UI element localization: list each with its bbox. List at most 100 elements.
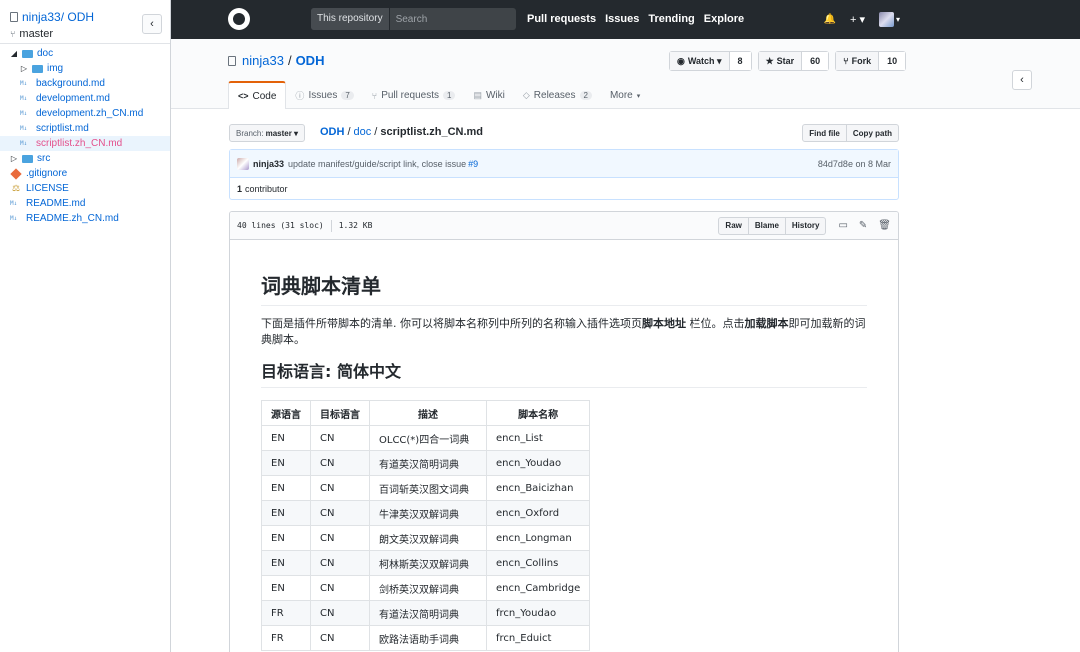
repo-header: ninja33 / ODH ◉ Watch ▾ 8 ★ Star 60 ⑂ Fork … bbox=[171, 39, 1080, 109]
table-cell: encn_Cambridge bbox=[485, 575, 591, 601]
tab-more[interactable]: More ▾ bbox=[601, 82, 649, 109]
commit-author[interactable]: ninja33 bbox=[253, 159, 284, 169]
branch-label: Branch: bbox=[236, 128, 264, 138]
latest-commit: ninja33 update manifest/guide/script lin… bbox=[229, 149, 899, 200]
raw-button[interactable]: Raw bbox=[718, 216, 749, 235]
commit-message[interactable]: update manifest/guide/script link, close… bbox=[288, 159, 466, 169]
tab-issues[interactable]: ⓘ Issues 7 bbox=[286, 82, 362, 109]
breadcrumb-file: scriptlist.zh_CN.md bbox=[380, 126, 484, 138]
repo-name-link[interactable]: ODH bbox=[296, 53, 325, 68]
table-cell: EN bbox=[261, 425, 311, 451]
tree-item[interactable]: ▷ src bbox=[0, 151, 170, 166]
commit-date: on 8 Mar bbox=[855, 158, 891, 169]
contributor-count: 1 bbox=[237, 184, 243, 194]
tree-item[interactable]: M↓ README.md bbox=[0, 196, 170, 211]
file-tree-sidebar: ninja33/ ODH ⑂ master ‹ ◢ doc ▷ img M↓ backgr… bbox=[0, 0, 171, 652]
sidebar-collapse-button[interactable]: ‹ bbox=[142, 14, 162, 34]
github-logo-icon[interactable] bbox=[228, 8, 250, 30]
find-file-button[interactable]: Find file bbox=[802, 124, 847, 142]
tree-item-label: .gitignore bbox=[26, 168, 68, 179]
table-cell: FR bbox=[261, 600, 311, 626]
notifications-bell-icon[interactable]: 🔔 bbox=[824, 14, 836, 25]
table-row: EN CN 朗文英汉双解词典 encn_Longman bbox=[261, 525, 591, 551]
fork-label: Fork bbox=[851, 56, 872, 66]
file-navigation: Branch: master ▾ ODH / doc / scriptlist.… bbox=[229, 124, 899, 144]
tree-item[interactable]: M↓ scriptlist.zh_CN.md bbox=[0, 136, 170, 151]
sidebar-toggle-button[interactable]: ‹ bbox=[1012, 70, 1032, 90]
nav-trending[interactable]: Trending bbox=[648, 13, 694, 25]
user-menu[interactable]: ▾ bbox=[878, 12, 900, 27]
section-heading: 目标语言: 简体中文 bbox=[261, 358, 867, 388]
table-cell: CN bbox=[310, 425, 370, 451]
fork-button[interactable]: ⑂ Fork bbox=[836, 52, 880, 70]
copy-path-button[interactable]: Copy path bbox=[846, 124, 899, 142]
watch-button[interactable]: ◉ Watch ▾ bbox=[670, 52, 730, 70]
table-cell: encn_List bbox=[485, 425, 591, 451]
create-new-plus-icon[interactable]: + ▾ bbox=[850, 13, 865, 26]
markdown-body: 词典脚本清单 下面是插件所带脚本的清单. 你可以将脚本名称列中所列的名称输入插件… bbox=[230, 240, 898, 651]
table-row: EN CN 牛津英汉双解词典 encn_Oxford bbox=[261, 500, 591, 526]
tab-label: More bbox=[609, 90, 633, 101]
tag-icon: ◇ bbox=[522, 90, 530, 100]
header-icons: 🔔 + ▾ ▾ bbox=[824, 12, 900, 27]
contributors[interactable]: 1 contributor bbox=[230, 178, 898, 200]
search-input[interactable] bbox=[389, 8, 510, 30]
branch-select-button[interactable]: Branch: master ▾ bbox=[229, 124, 306, 142]
breadcrumb-repo[interactable]: ODH bbox=[320, 126, 344, 138]
tree-item[interactable]: .gitignore bbox=[0, 166, 170, 181]
tab-pull-requests[interactable]: ⑂ Pull requests 1 bbox=[363, 82, 465, 109]
tab-wiki[interactable]: ▤ Wiki bbox=[464, 82, 513, 109]
intro-bold: 脚本地址 bbox=[642, 317, 686, 330]
table-cell: EN bbox=[261, 475, 311, 501]
breadcrumb-dir[interactable]: doc bbox=[354, 126, 372, 138]
blame-button[interactable]: Blame bbox=[748, 216, 786, 235]
table-cell: frcn_Eduict bbox=[485, 625, 591, 651]
tree-item[interactable]: M↓ scriptlist.md bbox=[0, 121, 170, 136]
star-button[interactable]: ★ Star bbox=[758, 52, 803, 70]
chevron-down-icon: ▾ bbox=[636, 92, 641, 100]
repo-owner-link[interactable]: ninja33 bbox=[242, 53, 284, 68]
table-cell: frcn_Youdao bbox=[485, 600, 591, 626]
file-icon-actions: ▭ ✎ 🗑 bbox=[838, 220, 891, 231]
table-cell: 柯林斯英汉双解词典 bbox=[369, 550, 487, 576]
caret-right-icon[interactable]: ▷ bbox=[10, 154, 18, 163]
tree-item[interactable]: M↓ background.md bbox=[0, 76, 170, 91]
commit-issue-link[interactable]: #9 bbox=[468, 159, 478, 169]
nav-pull-requests[interactable]: Pull requests bbox=[527, 13, 596, 25]
fork-icon: ⑂ bbox=[843, 56, 849, 66]
commit-sha[interactable]: 84d7d8e bbox=[818, 159, 853, 169]
tree-item[interactable]: M↓ development.zh_CN.md bbox=[0, 106, 170, 121]
tab-label: Releases bbox=[533, 90, 576, 101]
breadcrumb: ODH / doc / scriptlist.zh_CN.md bbox=[320, 126, 483, 138]
table-cell: encn_Youdao bbox=[485, 450, 591, 476]
desktop-icon[interactable]: ▭ bbox=[838, 220, 847, 231]
table-cell: 有道英汉简明词典 bbox=[369, 450, 487, 476]
table-cell: CN bbox=[310, 475, 370, 501]
pencil-icon[interactable]: ✎ bbox=[859, 220, 867, 231]
history-button[interactable]: History bbox=[785, 216, 827, 235]
caret-right-icon[interactable]: ▷ bbox=[20, 64, 28, 73]
avatar[interactable] bbox=[237, 157, 249, 170]
file-tree: ◢ doc ▷ img M↓ background.md M↓ development.md M… bbox=[0, 44, 170, 226]
nav-issues[interactable]: Issues bbox=[605, 13, 639, 25]
tree-item[interactable]: M↓ development.md bbox=[0, 91, 170, 106]
caret-down-icon[interactable]: ◢ bbox=[10, 49, 18, 58]
tab-releases[interactable]: ◇ Releases 2 bbox=[514, 82, 601, 109]
watch-count[interactable]: 8 bbox=[729, 52, 751, 70]
file-size: 1.32 KB bbox=[338, 221, 373, 230]
nav-explore[interactable]: Explore bbox=[704, 13, 744, 25]
fork-count[interactable]: 10 bbox=[879, 52, 906, 70]
trash-icon[interactable]: 🗑 bbox=[878, 220, 891, 231]
watch-button-group: ◉ Watch ▾ 8 bbox=[669, 51, 752, 71]
tree-item[interactable]: ⚖ LICENSE bbox=[0, 181, 170, 196]
tree-item-label: img bbox=[47, 63, 64, 74]
tree-item[interactable]: ▷ img bbox=[0, 61, 170, 76]
tree-item-label: README.zh_CN.md bbox=[26, 213, 119, 224]
star-count[interactable]: 60 bbox=[802, 52, 829, 70]
eye-icon: ◉ bbox=[677, 55, 685, 66]
sidebar-repo-link[interactable]: ninja33/ ODH bbox=[22, 10, 94, 24]
table-cell: 百词斩英汉图文词典 bbox=[369, 475, 487, 501]
tree-item[interactable]: ◢ doc bbox=[0, 46, 170, 61]
tree-item[interactable]: M↓ README.zh_CN.md bbox=[0, 211, 170, 226]
tab-code[interactable]: <> Code bbox=[228, 81, 287, 109]
